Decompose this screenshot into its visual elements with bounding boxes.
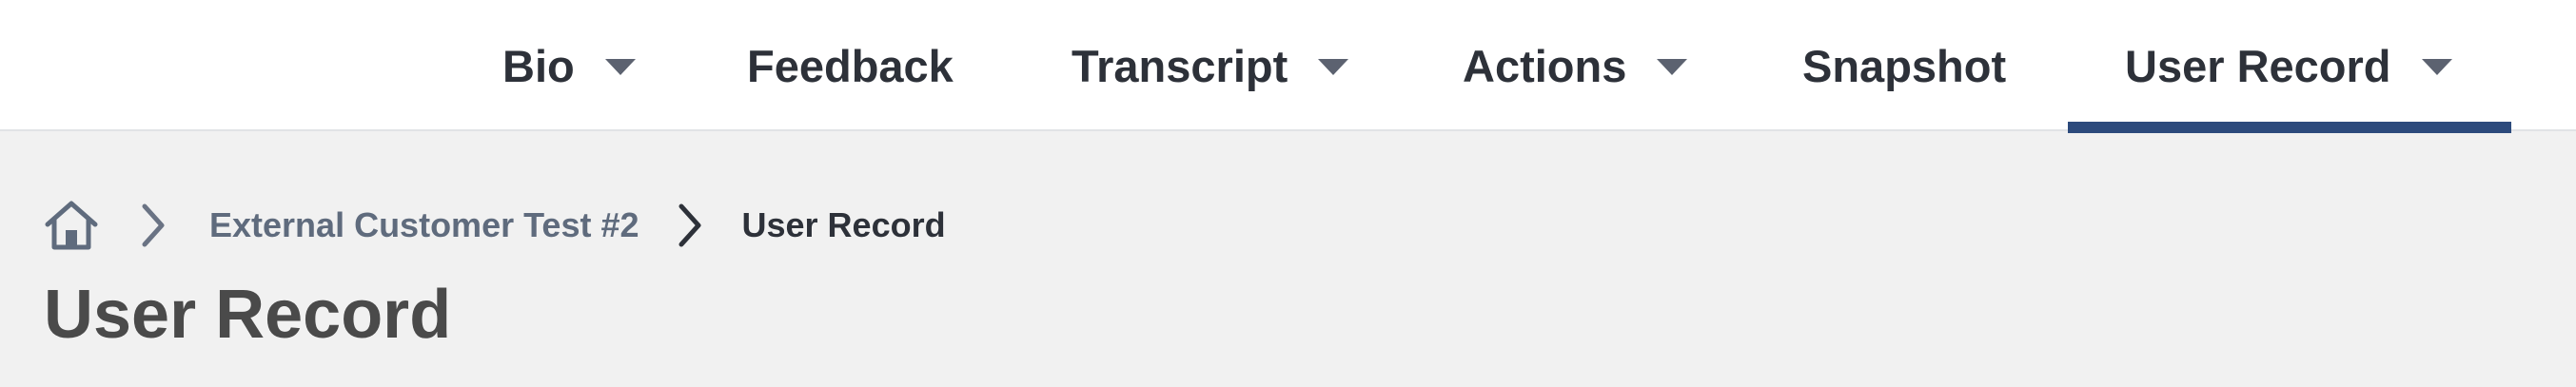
nav-item-user-record[interactable]: User Record bbox=[2068, 0, 2511, 133]
nav-item-label: Transcript bbox=[1072, 40, 1288, 91]
nav-item-transcript[interactable]: Transcript bbox=[1072, 0, 1349, 131]
nav-item-bio[interactable]: Bio bbox=[502, 0, 636, 131]
caret-down-icon bbox=[2421, 58, 2452, 75]
chevron-right-icon bbox=[678, 203, 700, 247]
caret-down-icon bbox=[1657, 58, 1688, 75]
chevron-right-icon bbox=[142, 203, 165, 247]
breadcrumb: External Customer Test #2 User Record bbox=[44, 196, 946, 255]
nav-item-snapshot[interactable]: Snapshot bbox=[1802, 0, 2006, 131]
active-tab-indicator bbox=[2068, 122, 2511, 133]
breadcrumb-current: User Record bbox=[741, 205, 946, 244]
nav-item-label: User Record bbox=[2125, 40, 2391, 91]
breadcrumb-parent-link[interactable]: External Customer Test #2 bbox=[209, 205, 639, 245]
breadcrumb-home-link[interactable] bbox=[44, 200, 99, 251]
top-navigation-bar: Bio Feedback Transcript Actions Snapshot… bbox=[0, 0, 2576, 133]
caret-down-icon bbox=[1318, 58, 1349, 75]
caret-down-icon bbox=[604, 58, 636, 75]
nav-item-feedback[interactable]: Feedback bbox=[747, 0, 954, 131]
nav-item-label: Bio bbox=[502, 40, 575, 91]
nav-item-label: Feedback bbox=[747, 40, 954, 91]
nav-item-actions[interactable]: Actions bbox=[1463, 0, 1688, 131]
nav-item-label: Actions bbox=[1463, 40, 1627, 91]
page-title: User Record bbox=[44, 277, 452, 353]
home-icon bbox=[45, 201, 98, 250]
nav-item-label: Snapshot bbox=[1802, 40, 2007, 91]
